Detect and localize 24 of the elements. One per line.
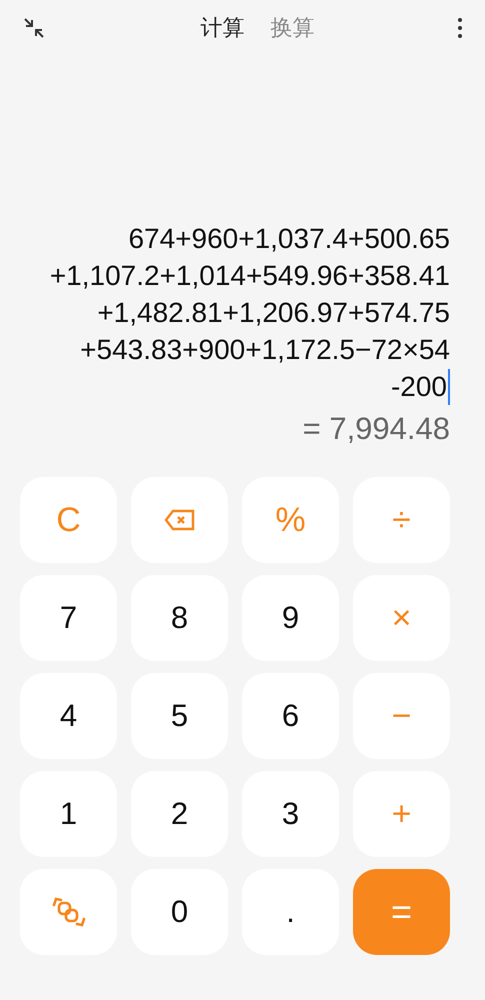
collapse-icon[interactable] <box>22 16 46 40</box>
digit-key[interactable]: 8 <box>131 575 228 661</box>
digit-key[interactable]: 5 <box>131 673 228 759</box>
more-icon[interactable] <box>457 16 463 40</box>
expression-line: +1,107.2+1,014+549.96+358.41 <box>50 259 450 293</box>
mode-tab[interactable]: 计算 <box>200 13 244 43</box>
digit-key[interactable]: 9 <box>242 575 339 661</box>
expression-line: 674+960+1,037.4+500.65 <box>128 222 450 256</box>
digit-key[interactable]: 6 <box>242 673 339 759</box>
expression-line: +543.83+900+1,172.5−72×54 <box>80 333 450 367</box>
digit-key[interactable]: 0 <box>131 869 228 955</box>
swap-icon <box>50 895 86 929</box>
expression-line: -200 <box>390 370 447 404</box>
result-text: = 7,994.48 <box>302 411 450 447</box>
digit-key[interactable]: 4 <box>20 673 117 759</box>
digit-key[interactable]: 2 <box>131 771 228 857</box>
digit-key[interactable]: 7 <box>20 575 117 661</box>
text-cursor <box>448 368 450 404</box>
switch-key[interactable] <box>20 869 117 955</box>
expression-line: +1,482.81+1,206.97+574.75 <box>97 296 450 330</box>
digit-key[interactable]: 3 <box>242 771 339 857</box>
digit-key[interactable]: 1 <box>20 771 117 857</box>
digit-key[interactable]: . <box>242 869 339 955</box>
backspace-icon <box>164 508 196 532</box>
